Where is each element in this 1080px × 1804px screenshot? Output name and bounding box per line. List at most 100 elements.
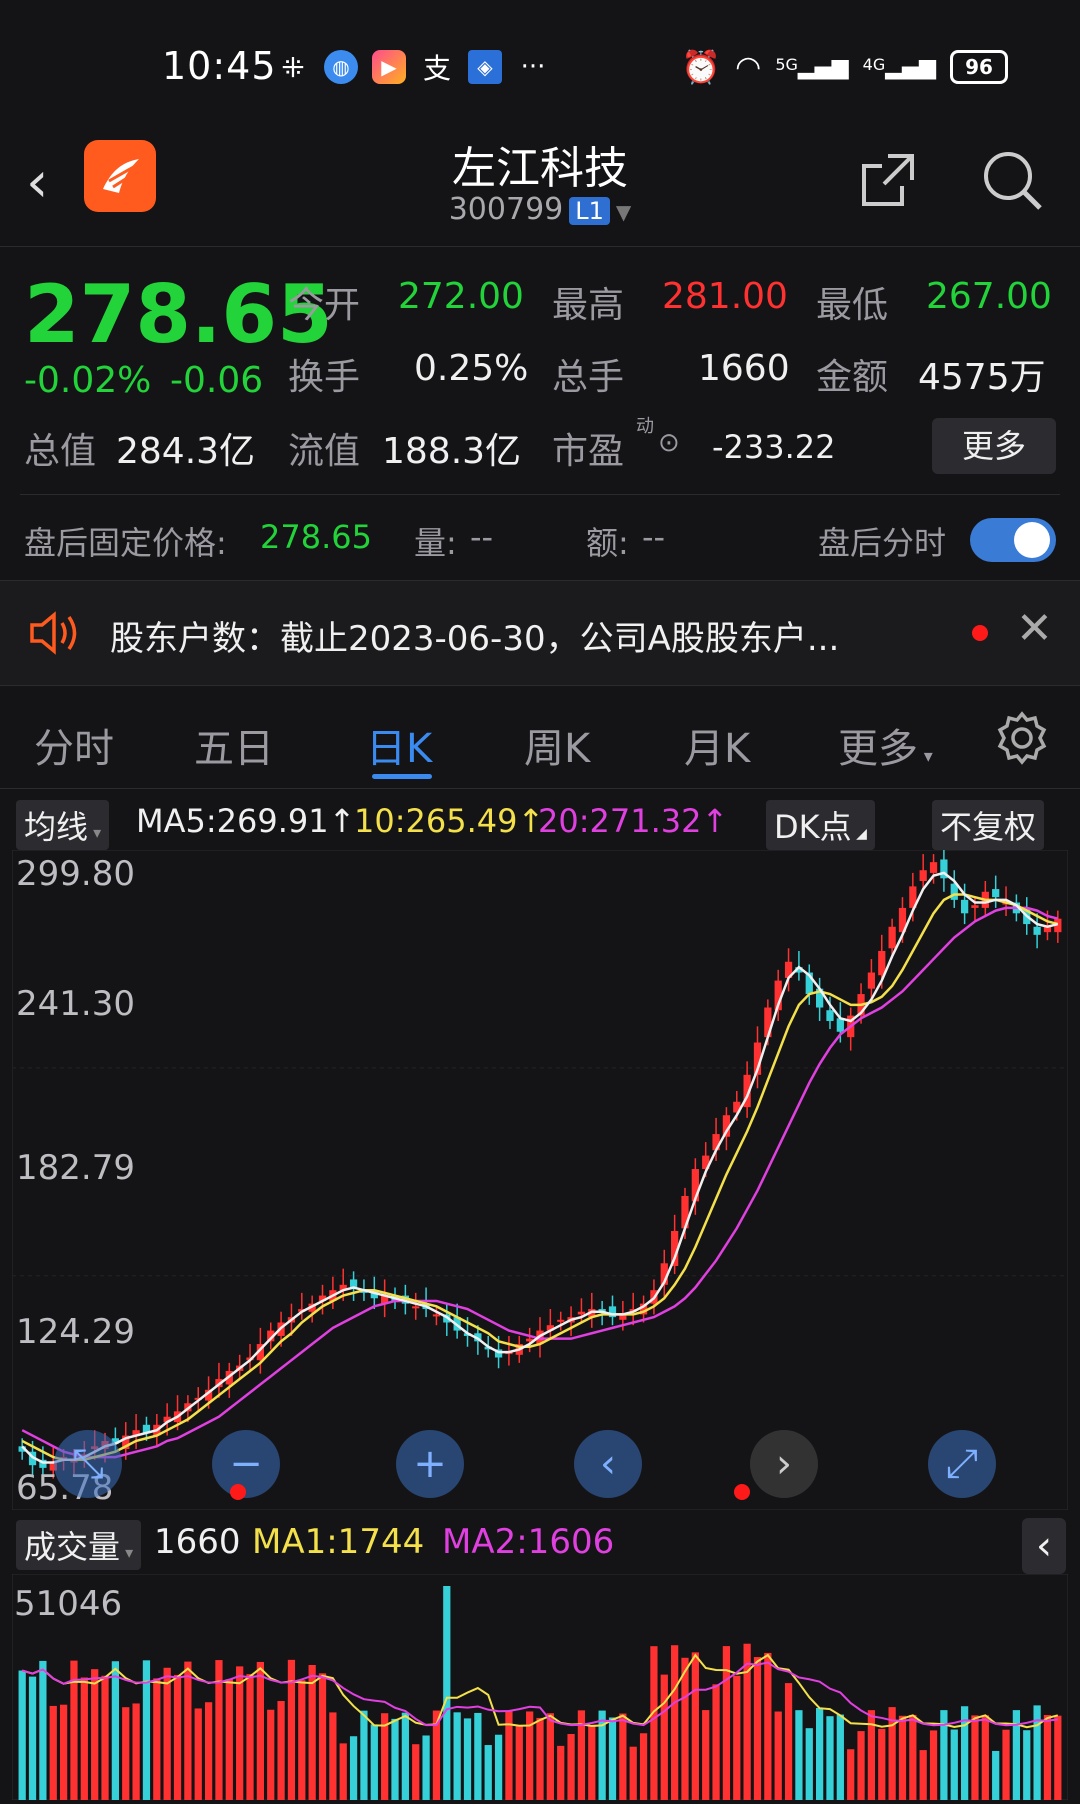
tab-weekly-k[interactable]: 周K: [524, 716, 590, 774]
candle: [412, 1306, 420, 1309]
volume-bar: [567, 1733, 575, 1800]
volume-bar: [536, 1717, 544, 1800]
dk-point-button[interactable]: DK点 ◢: [766, 800, 875, 850]
signal-5g-icon: 5G▂▄▆: [775, 54, 849, 80]
volume-bar: [246, 1674, 254, 1800]
gear-icon: [997, 711, 1047, 765]
after-hours-vol-label: 量:: [414, 524, 457, 562]
unread-dot: [972, 625, 988, 641]
volume-bar: [391, 1718, 399, 1800]
mktcap-value: 284.3亿: [116, 431, 256, 472]
marker-dot: [734, 1484, 750, 1500]
ma-legend: 均线 ▾ MA5:269.91↑ 10:265.49↑ 20:271.32↑ D…: [0, 796, 1080, 850]
after-hours-price: 278.65: [260, 518, 372, 556]
volume-bar: [815, 1707, 824, 1800]
kline-svg: [11, 848, 1069, 1511]
volume-svg: [11, 1573, 1069, 1801]
volume-bar: [360, 1710, 368, 1800]
zoom-out-button[interactable]: −: [212, 1430, 280, 1498]
net2-label: 4G: [862, 54, 886, 74]
volume-bar: [163, 1667, 171, 1800]
notification-icons: ⁜ ◍ ▶ 支 ◈ ···: [276, 50, 550, 85]
volume-bar: [764, 1652, 772, 1800]
volume-bar: [671, 1645, 679, 1800]
stock-code[interactable]: 300799 L1 ▼: [0, 192, 1080, 227]
more-notifications-icon: ···: [520, 52, 546, 82]
volume-bar: [194, 1708, 202, 1800]
battery-icon: 96: [950, 50, 1008, 84]
volume-bar: [39, 1660, 47, 1800]
scroll-left-button[interactable]: ‹: [574, 1430, 642, 1498]
collapse-panel-button[interactable]: ‹: [1022, 1518, 1066, 1574]
after-hours-toggle[interactable]: [970, 518, 1056, 562]
volume-bar: [18, 1670, 26, 1800]
alarm-icon: ⏰: [681, 48, 722, 86]
pe-superscript: 动: [636, 416, 654, 437]
tab-more[interactable]: 更多 ▾: [838, 716, 933, 774]
volume-bar: [267, 1709, 275, 1800]
chevron-down-icon: ▾: [918, 746, 933, 767]
volume-label: 总手: [552, 357, 625, 398]
notice-banner[interactable]: 股东户数：截止2023-06-30，公司A股股东户... ✕: [0, 580, 1080, 686]
volume-bar: [422, 1735, 430, 1800]
ma10-line: [21, 893, 1059, 1462]
volume-current: 1660: [154, 1522, 241, 1562]
volume-bar: [608, 1717, 617, 1800]
close-icon[interactable]: ✕: [1016, 603, 1053, 654]
volume-bar: [184, 1661, 192, 1800]
volume-bar: [929, 1730, 938, 1800]
kline-chart[interactable]: 299.80 241.30 182.79 124.29 65.78 ⤡ − + …: [11, 848, 1069, 1511]
candle: [826, 1010, 834, 1021]
toggle-knob: [1014, 522, 1050, 558]
volume-bar: [712, 1684, 720, 1800]
ma-selector[interactable]: 均线 ▾: [16, 800, 110, 850]
volume-bar: [318, 1673, 327, 1800]
pe-value: -233.22: [712, 428, 836, 466]
more-button[interactable]: 更多: [932, 418, 1056, 474]
volume-bar: [639, 1733, 648, 1800]
after-hours-vol: --: [470, 518, 494, 556]
volume-bar: [484, 1745, 492, 1800]
info-icon[interactable]: ⊙: [658, 428, 680, 458]
volume-bar: [733, 1675, 741, 1800]
low-value: 267.00: [926, 276, 1052, 317]
ma5-line: [21, 871, 1059, 1464]
volume-chart[interactable]: 51046: [11, 1573, 1069, 1801]
tab-monthly-k[interactable]: 月K: [684, 716, 750, 774]
volume-bar: [122, 1707, 130, 1800]
notice-text: 股东户数：截止2023-06-30，公司A股股东户...: [110, 619, 840, 659]
candle: [557, 1319, 565, 1322]
scroll-right-button[interactable]: ›: [750, 1430, 818, 1498]
chevron-right-icon: ›: [776, 1441, 792, 1487]
tab-five-day[interactable]: 五日: [194, 716, 274, 774]
tab-daily-k[interactable]: 日K: [366, 716, 432, 774]
volume-bar: [443, 1586, 451, 1800]
volume-bar: [28, 1676, 37, 1800]
marker-dot: [230, 1484, 246, 1500]
volume-selector[interactable]: 成交量 ▾: [16, 1520, 142, 1570]
shrink-button[interactable]: ⤡: [54, 1430, 122, 1498]
volume-bar: [629, 1746, 637, 1800]
candle: [888, 926, 896, 949]
volume-bar: [59, 1704, 68, 1800]
share-button[interactable]: [858, 150, 918, 214]
stock-name: 左江科技: [452, 143, 628, 194]
search-button[interactable]: [980, 148, 1044, 216]
adjust-button[interactable]: 不复权: [932, 800, 1045, 850]
chevron-down-icon: ▼: [615, 200, 632, 224]
tab-intraday[interactable]: 分时: [34, 716, 114, 774]
high-label: 最高: [552, 285, 625, 326]
volume-bar: [557, 1745, 565, 1800]
volume-bar: [1023, 1730, 1031, 1800]
volume-bar: [753, 1657, 762, 1800]
volume-bar: [826, 1716, 834, 1800]
zoom-in-button[interactable]: +: [396, 1430, 464, 1498]
chevron-down-icon: ▾: [120, 1543, 134, 1562]
candle: [836, 1018, 844, 1032]
alipay-icon: 支: [422, 52, 451, 85]
volume-bar: [660, 1674, 668, 1800]
volume-bar: [743, 1643, 751, 1800]
volume-bar: [308, 1664, 316, 1800]
fullscreen-button[interactable]: ⤢: [928, 1430, 996, 1498]
settings-button[interactable]: [994, 710, 1050, 770]
